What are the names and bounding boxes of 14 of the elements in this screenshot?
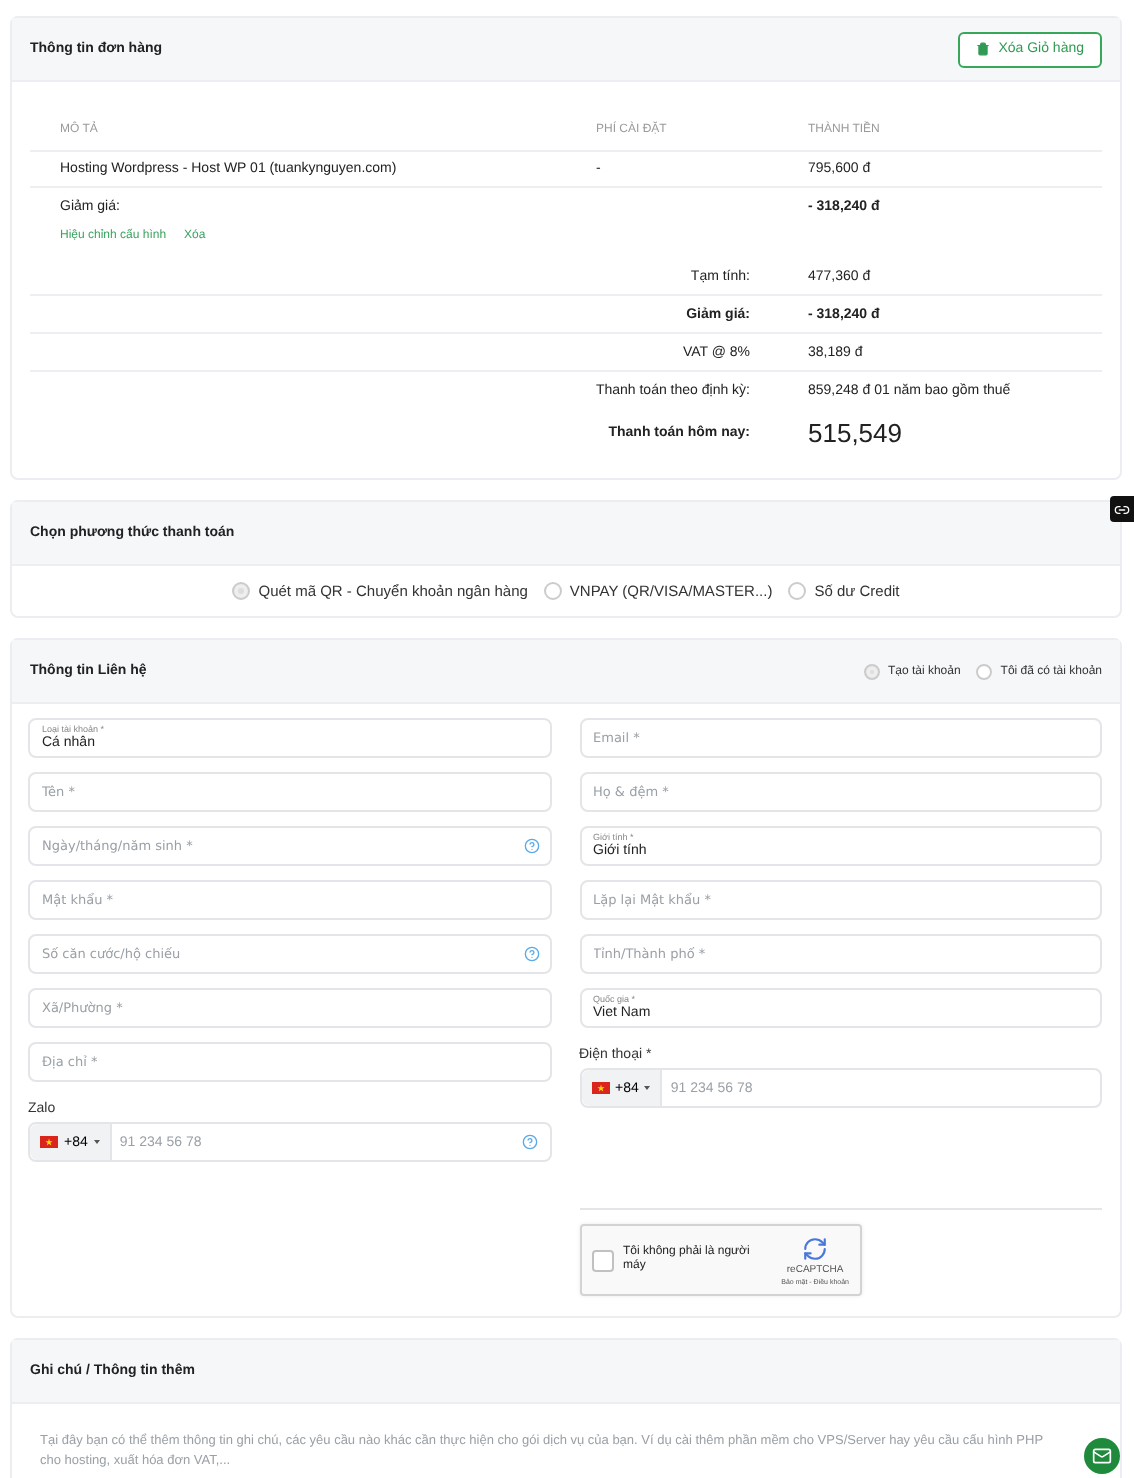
flag-icon — [591, 1082, 609, 1094]
mail-icon — [1092, 1446, 1112, 1466]
summary-value: 515,549 — [808, 417, 904, 447]
link-button[interactable] — [1110, 496, 1134, 522]
link-icon — [1114, 501, 1130, 517]
captcha-logo-icon — [802, 1235, 829, 1261]
help-icon[interactable] — [523, 838, 539, 854]
help-icon[interactable] — [521, 1134, 537, 1150]
caret-icon — [644, 1086, 651, 1090]
trash-icon — [976, 42, 991, 56]
caret-icon — [93, 1140, 100, 1144]
help-icon[interactable] — [523, 946, 539, 962]
captcha-checkbox[interactable] — [591, 1249, 613, 1271]
flag-icon — [40, 1136, 58, 1148]
